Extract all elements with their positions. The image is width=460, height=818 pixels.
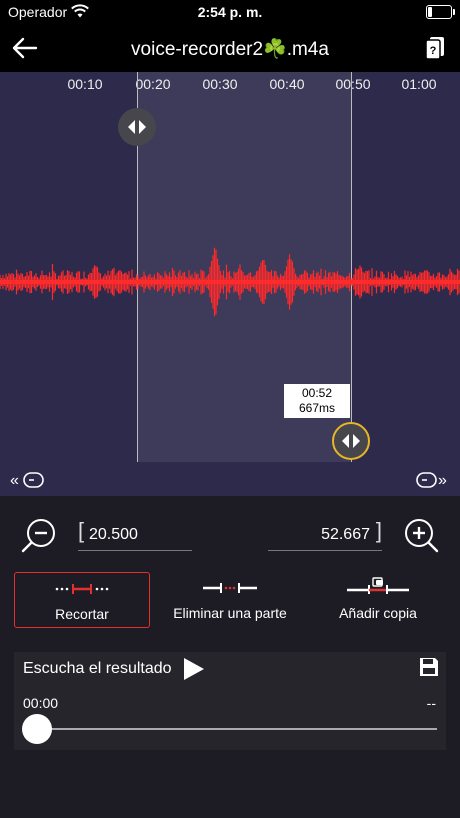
delete-part-icon: [203, 583, 257, 593]
left-right-arrows-icon: [342, 434, 360, 448]
edit-modes: Recortar Eliminar una parte Añadir copia: [0, 572, 460, 630]
play-icon[interactable]: [182, 656, 206, 682]
mode-delete-part-button[interactable]: Eliminar una parte: [160, 572, 300, 628]
zoom-in-icon[interactable]: [402, 516, 440, 554]
playback-slider-thumb[interactable]: [22, 714, 52, 744]
tooltip-ms: 667ms: [298, 401, 336, 415]
mode-trim-label: Recortar: [55, 606, 109, 622]
file-title: voice-recorder2☘️.m4a: [131, 39, 329, 60]
left-right-arrows-icon: [128, 120, 146, 134]
current-time: 00:00: [23, 695, 59, 711]
zoom-out-icon[interactable]: [20, 516, 58, 554]
clock: 2:54 p. m.: [197, 4, 263, 20]
trim-icon: [55, 584, 109, 594]
start-time-value: 20.500: [89, 526, 138, 543]
waveform: [0, 247, 460, 317]
add-copy-icon: [347, 577, 409, 594]
end-time-field[interactable]: 52.667 ]: [268, 518, 382, 551]
battery-icon: [426, 5, 455, 19]
end-time-value: 52.667: [321, 526, 370, 543]
result-player: Escucha el resultado 00:00 --: [14, 652, 446, 750]
playback-progress-slider[interactable]: [23, 728, 437, 730]
end-handle[interactable]: [332, 422, 370, 460]
start-time-field[interactable]: [ 20.500: [78, 518, 192, 551]
svg-text:?: ?: [430, 45, 437, 57]
timeline-tick: 01:00: [401, 76, 437, 92]
duration: --: [426, 695, 436, 711]
start-handle[interactable]: [118, 108, 156, 146]
tooltip-time: 00:52: [301, 386, 333, 400]
waveform-editor[interactable]: 00:10 00:20 00:30 00:40 00:50 01:00 00:5…: [0, 72, 460, 496]
mode-add-copy-button[interactable]: Añadir copia: [316, 572, 440, 628]
bracket-open: [: [78, 518, 85, 543]
range-controls: [ 20.500 52.667 ]: [0, 506, 460, 566]
result-label: Escucha el resultado: [23, 660, 172, 677]
scroll-to-end-icon[interactable]: »: [414, 468, 450, 492]
svg-text:«: «: [10, 472, 19, 489]
help-book-icon[interactable]: ?: [424, 36, 446, 60]
status-bar: Operador 2:54 p. m.: [0, 0, 460, 24]
mode-add-copy-label: Añadir copia: [339, 605, 417, 621]
end-time-tooltip: 00:52 667ms: [284, 384, 350, 418]
mode-delete-part-label: Eliminar una parte: [173, 605, 287, 621]
save-icon[interactable]: [418, 655, 440, 679]
timeline-tick: 00:10: [67, 76, 103, 92]
mode-trim-button[interactable]: Recortar: [14, 572, 150, 628]
bracket-close: ]: [375, 518, 382, 543]
navigation-bar: voice-recorder2☘️.m4a ?: [0, 24, 460, 72]
scroll-to-start-icon[interactable]: «: [10, 468, 46, 492]
svg-text:»: »: [438, 472, 447, 489]
